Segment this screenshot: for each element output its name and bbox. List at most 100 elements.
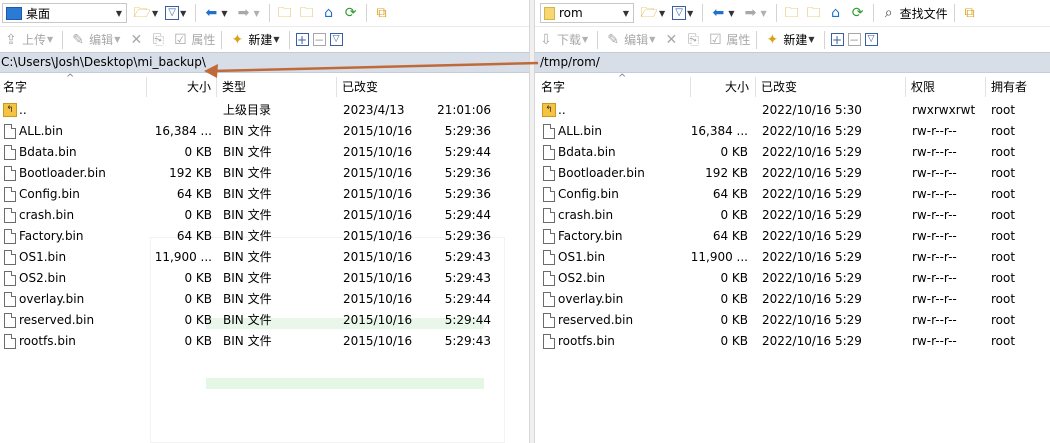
local-file-row[interactable]: Bootloader.bin 192 KB BIN 文件 2015/10/16 5:29… (0, 163, 529, 184)
refresh-button[interactable]: ⟳ (847, 2, 869, 24)
parent-folder-button[interactable]: 🗀 (781, 2, 803, 24)
file-type: 上级目录 (223, 103, 272, 117)
local-file-list: ↰.. 上级目录 2023/4/13 21:01:06 ALL.bin 16,384 ..… (0, 100, 529, 352)
local-file-row[interactable]: Factory.bin 64 KB BIN 文件 2015/10/16 5:29:36 (0, 226, 529, 247)
local-file-row[interactable]: rootfs.bin 0 KB BIN 文件 2015/10/16 5:29:43 (0, 331, 529, 352)
select-icon: ▽ (329, 33, 343, 46)
home-button[interactable]: ⌂ (318, 2, 340, 24)
select-plus-button[interactable]: + (294, 29, 311, 51)
select-minus-button[interactable]: − (846, 29, 863, 51)
filter-button[interactable]: ▽ ▼ (670, 2, 698, 24)
remote-file-row[interactable]: overlay.bin 0 KB 2022/10/16 5:29 rw-r--r-- r… (535, 289, 1050, 310)
file-modified: 2022/10/16 5:29 (762, 313, 862, 327)
remote-file-row[interactable]: Bootloader.bin 192 KB 2022/10/16 5:29 rw-r-… (535, 163, 1050, 184)
col-name[interactable]: 名字 ^ (538, 73, 688, 100)
column-divider[interactable] (985, 77, 986, 97)
file-name: reserved.bin (19, 313, 95, 327)
forward-button[interactable]: ➡ ▼ (739, 2, 771, 24)
rename-button[interactable]: ⎘ (682, 29, 704, 51)
remote-file-row[interactable]: crash.bin 0 KB 2022/10/16 5:29 rw-r--r-- roo… (535, 205, 1050, 226)
select-filter-button[interactable]: ▽ (328, 29, 345, 51)
col-modified[interactable]: 已改变 (758, 74, 903, 100)
col-name[interactable]: 名字 ^ (0, 73, 146, 100)
delete-button[interactable]: ✕ (660, 29, 682, 51)
local-file-row[interactable]: ↰.. 上级目录 2023/4/13 21:01:06 (0, 100, 529, 121)
local-file-row[interactable]: reserved.bin 0 KB BIN 文件 2015/10/16 5:29:44 (0, 310, 529, 331)
parent-folder-icon: 🗀 (784, 5, 799, 21)
local-location-combo[interactable]: 桌面 ▼ (2, 3, 127, 23)
file-icon (543, 250, 555, 265)
remote-file-row[interactable]: Factory.bin 64 KB 2022/10/16 5:29 rw-r--r--… (535, 226, 1050, 247)
local-file-row[interactable]: Bdata.bin 0 KB BIN 文件 2015/10/16 5:29:44 (0, 142, 529, 163)
rename-button[interactable]: ⎘ (147, 29, 169, 51)
remote-file-row[interactable]: Config.bin 64 KB 2022/10/16 5:29 rw-r--r-- r… (535, 184, 1050, 205)
file-icon (4, 313, 16, 328)
back-arrow-icon: ⬅ (205, 5, 218, 21)
remote-file-row[interactable]: reserved.bin 0 KB 2022/10/16 5:29 rw-r--r--… (535, 310, 1050, 331)
local-file-row[interactable]: crash.bin 0 KB BIN 文件 2015/10/16 5:29:44 (0, 205, 529, 226)
local-file-row[interactable]: overlay.bin 0 KB BIN 文件 2015/10/16 5:29:44 (0, 289, 529, 310)
select-filter-button[interactable]: ▽ (863, 29, 880, 51)
col-size[interactable]: 大小 (690, 74, 752, 100)
remote-file-row[interactable]: ALL.bin 16,384 ... 2022/10/16 5:29 rw-r--r-… (535, 121, 1050, 142)
find-files-button[interactable]: ⌕ 查找文件 (878, 2, 950, 24)
remote-file-row[interactable]: Bdata.bin 0 KB 2022/10/16 5:29 rw-r--r-- roo… (535, 142, 1050, 163)
remote-location-combo[interactable]: rom ▼ (540, 3, 634, 23)
local-file-row[interactable]: OS1.bin 11,900 ... BIN 文件 2015/10/16 5:29:43 (0, 247, 529, 268)
local-file-row[interactable]: Config.bin 64 KB BIN 文件 2015/10/16 5:29:36 (0, 184, 529, 205)
file-size: 0 KB (184, 145, 212, 159)
col-type[interactable]: 类型 (219, 74, 329, 100)
sync-button[interactable]: ⧉ (959, 2, 981, 24)
col-modified[interactable]: 已改变 (339, 74, 489, 100)
open-folder-button[interactable]: 🗁 ▼ (131, 2, 163, 24)
delete-button[interactable]: ✕ (125, 29, 147, 51)
download-button[interactable]: ⇩ 下载 ▼ (535, 29, 593, 51)
remote-file-row[interactable]: OS2.bin 0 KB 2022/10/16 5:29 rw-r--r-- root (535, 268, 1050, 289)
local-file-row[interactable]: OS2.bin 0 KB BIN 文件 2015/10/16 5:29:43 (0, 268, 529, 289)
chevron-down-icon[interactable]: ▼ (112, 9, 126, 18)
new-button[interactable]: ✦ 新建 ▼ (761, 29, 819, 51)
find-button[interactable]: ⧉ (371, 2, 393, 24)
file-icon (4, 271, 16, 286)
edit-button[interactable]: ✎ 编辑 ▼ (67, 29, 125, 51)
filter-button[interactable]: ▽ ▼ (163, 2, 191, 24)
edit-button[interactable]: ✎ 编辑 ▼ (602, 29, 660, 51)
column-divider[interactable] (216, 77, 217, 97)
new-button[interactable]: ✦ 新建 ▼ (226, 29, 284, 51)
root-folder-button[interactable]: 🗀 (296, 2, 318, 24)
local-file-row[interactable]: ALL.bin 16,384 ... BIN 文件 2015/10/16 5:29:36 (0, 121, 529, 142)
back-button[interactable]: ⬅ ▼ (200, 2, 232, 24)
parent-folder-button[interactable]: 🗀 (274, 2, 296, 24)
edit-label: 编辑 (89, 33, 114, 47)
remote-file-row[interactable]: ↰.. 2022/10/16 5:30 rwxrwxrwt root (535, 100, 1050, 121)
file-type: BIN 文件 (223, 229, 272, 243)
file-owner: root (991, 250, 1016, 264)
col-size[interactable]: 大小 (146, 74, 214, 100)
column-divider[interactable] (755, 77, 756, 97)
file-time: 5:29:36 (444, 166, 491, 180)
properties-icon: ☑ (709, 31, 722, 48)
open-folder-button[interactable]: 🗁 ▼ (638, 2, 670, 24)
file-type: BIN 文件 (223, 313, 272, 327)
local-path-bar[interactable]: C:\Users\Josh\Desktop\mi_backup\ (0, 52, 529, 73)
remote-file-row[interactable]: rootfs.bin 0 KB 2022/10/16 5:29 rw-r--r-- ro… (535, 331, 1050, 352)
properties-button[interactable]: ☑ 属性 (169, 29, 217, 51)
col-permissions[interactable]: 权限 (908, 74, 983, 100)
column-divider[interactable] (336, 77, 337, 97)
remote-file-row[interactable]: OS1.bin 11,900 ... 2022/10/16 5:29 rw-r--r-… (535, 247, 1050, 268)
select-plus-button[interactable]: + (829, 29, 846, 51)
remote-path-bar[interactable]: /tmp/rom/ (535, 52, 1050, 73)
chevron-down-icon[interactable]: ▼ (619, 9, 633, 18)
select-minus-button[interactable]: − (311, 29, 328, 51)
file-type: BIN 文件 (223, 145, 272, 159)
upload-button[interactable]: ⇪ 上传 ▼ (0, 29, 58, 51)
properties-button[interactable]: ☑ 属性 (704, 29, 752, 51)
column-divider[interactable] (905, 77, 906, 97)
refresh-button[interactable]: ⟳ (340, 2, 362, 24)
root-folder-button[interactable]: 🗀 (803, 2, 825, 24)
col-owner[interactable]: 拥有者 (988, 74, 1048, 100)
home-button[interactable]: ⌂ (825, 2, 847, 24)
file-modified: 2022/10/16 5:29 (762, 250, 862, 264)
forward-button[interactable]: ➡ ▼ (232, 2, 264, 24)
back-button[interactable]: ⬅ ▼ (707, 2, 739, 24)
